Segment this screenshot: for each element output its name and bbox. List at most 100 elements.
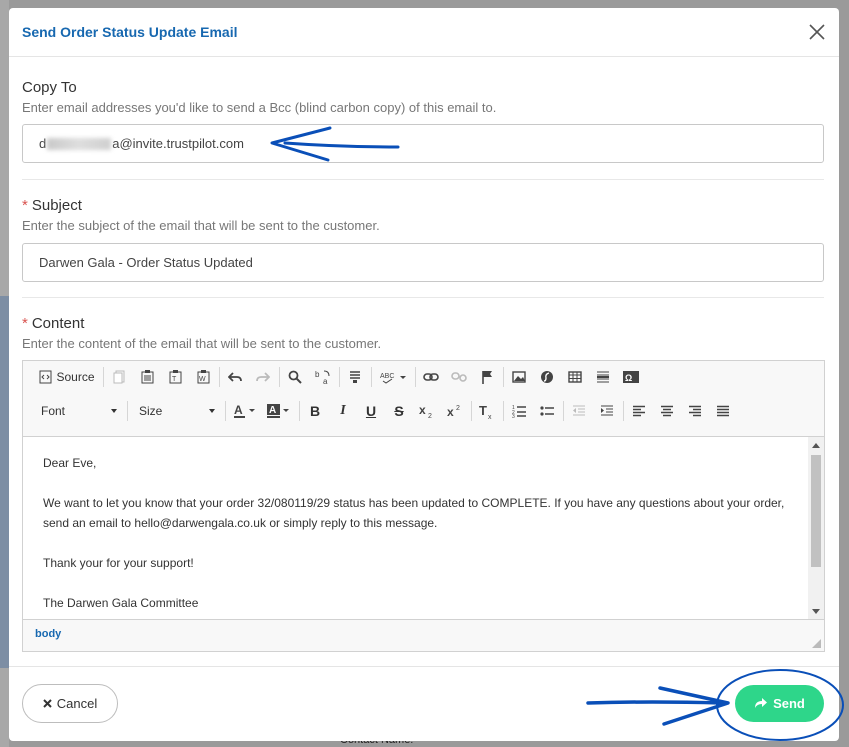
size-select-label: Size: [139, 404, 163, 418]
spellcheck-button[interactable]: ABC: [377, 366, 409, 388]
align-center-button[interactable]: [657, 400, 677, 422]
strikethrough-icon: S: [394, 403, 404, 419]
scroll-thumb[interactable]: [811, 455, 821, 567]
align-left-icon: [633, 405, 645, 417]
cut-button[interactable]: [109, 366, 129, 388]
content-label: * Content: [22, 315, 84, 332]
svg-text:T: T: [479, 403, 487, 418]
copy-to-input[interactable]: d a@invite.trustpilot.com: [22, 124, 824, 163]
toolbar-separator: [339, 367, 340, 387]
italic-button[interactable]: I: [333, 400, 353, 422]
image-button[interactable]: [509, 366, 529, 388]
special-char-button[interactable]: Ω: [621, 366, 641, 388]
underline-button[interactable]: U: [361, 400, 381, 422]
copy-to-label: Copy To: [22, 79, 77, 96]
font-select[interactable]: Font: [33, 400, 121, 422]
close-button[interactable]: [807, 22, 827, 42]
toolbar-separator: [219, 367, 220, 387]
scroll-down-icon[interactable]: [812, 609, 820, 614]
subscript-icon: x2: [419, 404, 432, 418]
unlink-button[interactable]: [449, 366, 469, 388]
svg-text:x: x: [447, 405, 454, 418]
subject-input[interactable]: Darwen Gala - Order Status Updated: [22, 243, 824, 282]
font-select-label: Font: [41, 404, 66, 418]
svg-text:3: 3: [512, 414, 515, 418]
horizontal-rule-button[interactable]: [593, 366, 613, 388]
toolbar-separator: [371, 367, 372, 387]
scroll-up-icon[interactable]: [812, 443, 820, 448]
remove-format-icon: Tx: [479, 403, 492, 419]
bulleted-list-icon: [540, 406, 554, 416]
text-color-button[interactable]: A: [231, 400, 259, 422]
paste-from-word-button[interactable]: W: [193, 366, 213, 388]
cancel-button[interactable]: Cancel: [22, 684, 118, 723]
numbered-list-button[interactable]: 123: [509, 400, 529, 422]
copy-to-value-suffix: a@invite.trustpilot.com: [112, 136, 244, 151]
background-left-panel: [0, 296, 9, 668]
superscript-icon: x2: [447, 405, 460, 418]
paste-button[interactable]: T: [165, 366, 185, 388]
outdent-icon: [573, 405, 585, 416]
toolbar-separator: [225, 401, 226, 421]
flash-button[interactable]: [537, 366, 557, 388]
redo-button[interactable]: [253, 366, 273, 388]
share-arrow-icon: [755, 698, 768, 708]
resize-grip-icon[interactable]: [812, 639, 821, 648]
subject-label-text: Subject: [31, 197, 82, 214]
image-icon: [512, 371, 526, 383]
required-marker: *: [22, 197, 28, 214]
editor-toolbar-row-2: Font Size A A B I U S x2 x2 Tx 123: [23, 399, 824, 431]
spellcheck-icon: ABC: [380, 373, 406, 384]
divider: [22, 179, 824, 180]
outdent-button[interactable]: [569, 400, 589, 422]
cancel-label: Cancel: [56, 696, 98, 711]
search-icon: [288, 370, 302, 384]
justify-button[interactable]: [713, 400, 733, 422]
indent-icon: [601, 405, 613, 416]
copy-to-value-prefix: d: [39, 136, 47, 151]
background-color-button[interactable]: A: [265, 400, 293, 422]
find-button[interactable]: [285, 366, 305, 388]
cut-icon: [113, 370, 124, 384]
toolbar-separator: [503, 367, 504, 387]
superscript-button[interactable]: x2: [445, 400, 465, 422]
align-left-button[interactable]: [629, 400, 649, 422]
svg-text:T: T: [172, 376, 177, 383]
remove-format-button[interactable]: Tx: [477, 400, 497, 422]
email-body[interactable]: Dear Eve, We want to let you know that y…: [43, 453, 803, 619]
table-button[interactable]: [565, 366, 585, 388]
send-label: Send: [773, 696, 805, 711]
align-right-button[interactable]: [685, 400, 705, 422]
paste-icon: T: [169, 370, 181, 384]
bulleted-list-button[interactable]: [537, 400, 557, 422]
toolbar-separator: [623, 401, 624, 421]
replace-button[interactable]: ba: [313, 366, 333, 388]
element-path-body[interactable]: body: [35, 628, 61, 640]
svg-text:A: A: [234, 403, 243, 417]
link-button[interactable]: [421, 366, 441, 388]
source-button[interactable]: Source: [36, 366, 98, 388]
redo-icon: [256, 372, 270, 382]
send-button[interactable]: Send: [735, 685, 824, 722]
size-select[interactable]: Size: [131, 400, 219, 422]
svg-text:x: x: [488, 414, 492, 419]
svg-text:2: 2: [428, 413, 432, 418]
undo-button[interactable]: [225, 366, 245, 388]
indent-button[interactable]: [597, 400, 617, 422]
editor-content-area[interactable]: Dear Eve, We want to let you know that y…: [23, 436, 824, 619]
copy-button[interactable]: [137, 366, 157, 388]
strikethrough-button[interactable]: S: [389, 400, 409, 422]
subscript-button[interactable]: x2: [417, 400, 437, 422]
editor-scrollbar[interactable]: [808, 437, 824, 619]
close-icon: [809, 24, 825, 40]
bold-button[interactable]: B: [305, 400, 325, 422]
email-paragraph: We want to let you know that your order …: [43, 496, 785, 530]
select-all-icon: [350, 371, 360, 383]
undo-icon: [228, 372, 242, 382]
anchor-button[interactable]: [477, 366, 497, 388]
svg-text:Ω: Ω: [625, 373, 632, 383]
select-all-button[interactable]: [345, 366, 365, 388]
svg-text:W: W: [199, 376, 206, 383]
subject-label: * Subject: [22, 197, 82, 214]
toolbar-separator: [279, 367, 280, 387]
